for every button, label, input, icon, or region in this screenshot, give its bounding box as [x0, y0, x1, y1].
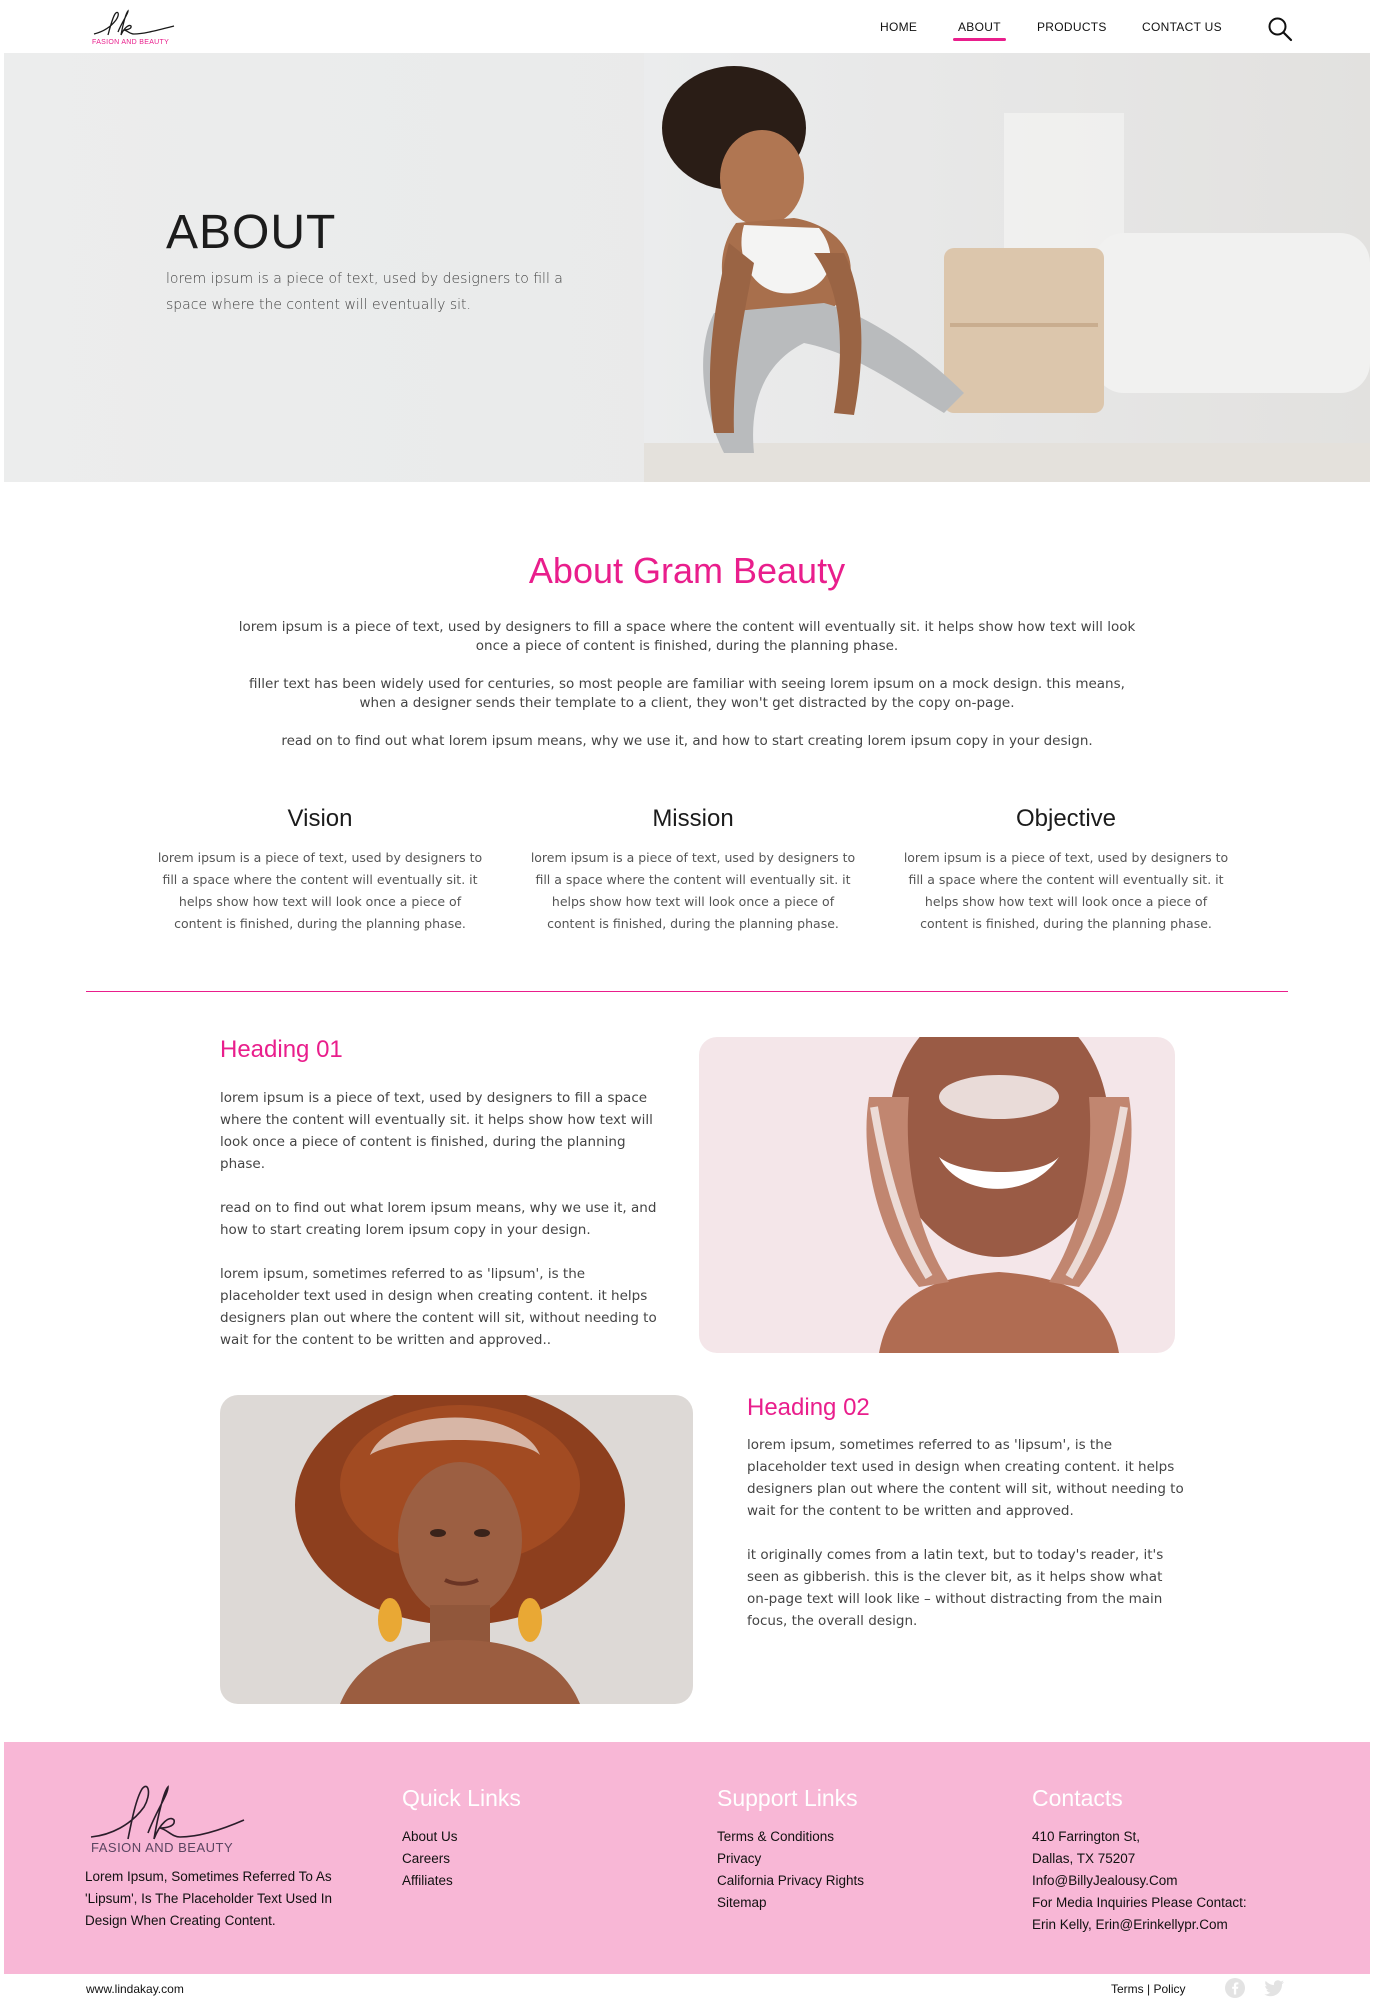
hero-title: ABOUT [166, 206, 337, 259]
contacts-title: Contacts [1032, 1785, 1123, 1811]
heading-02: Heading 02 [747, 1394, 870, 1421]
section2-paragraph-2: it originally comes from a latin text, b… [747, 1547, 1164, 1629]
site-header: FASION AND BEAUTY HOME ABOUT PRODUCTS CO… [4, 0, 1370, 53]
contact-media-person[interactable]: Erin Kelly, Erin@Erinkellypr.Com [1032, 1914, 1247, 1936]
section-divider [86, 991, 1288, 992]
about-paragraph-3: read on to find out what lorem ipsum mea… [281, 733, 1093, 749]
portrait-photo [220, 1395, 693, 1704]
contact-address-2: Dallas, TX 75207 [1032, 1851, 1136, 1866]
about-paragraph-1: lorem ipsum is a piece of text, used by … [238, 619, 1136, 654]
contact-address-1: 410 Farrington St, [1032, 1829, 1141, 1844]
vision-title: Vision [287, 805, 353, 832]
section2-body: lorem ipsum, sometimes referred to as 'l… [747, 1434, 1187, 1654]
heading-01: Heading 01 [220, 1036, 343, 1063]
vision-column: Vision lorem ipsum is a piece of text, u… [155, 805, 485, 935]
footer-link-california-privacy[interactable]: California Privacy Rights [717, 1870, 864, 1892]
section1-paragraph-2: read on to find out what lorem ipsum mea… [220, 1200, 657, 1238]
about-paragraph-2: filler text has been widely used for cen… [249, 676, 1125, 711]
section1-body: lorem ipsum is a piece of text, used by … [220, 1087, 660, 1373]
skincare-image [699, 1037, 1175, 1353]
quick-links: Quick Links About Us Careers Affiliates [402, 1785, 521, 1892]
footer-link-privacy[interactable]: Privacy [717, 1848, 864, 1870]
support-links-title: Support Links [717, 1785, 858, 1811]
skincare-photo [699, 1037, 1175, 1353]
footer-link-careers[interactable]: Careers [402, 1848, 521, 1870]
contact-media-label: For Media Inquiries Please Contact: [1032, 1895, 1247, 1910]
nav-about[interactable]: ABOUT [953, 20, 1006, 41]
objective-column: Objective lorem ipsum is a piece of text… [901, 805, 1231, 935]
contact-email[interactable]: Info@BillyJealousy.Com [1032, 1870, 1247, 1892]
site-url[interactable]: www.lindakay.com [86, 1982, 184, 1996]
search-icon[interactable] [1267, 16, 1293, 42]
about-title: About Gram Beauty [528, 550, 846, 591]
footer-logo-tagline: FASION AND BEAUTY [91, 1840, 234, 1855]
support-links: Support Links Terms & Conditions Privacy… [717, 1785, 864, 1914]
section1-paragraph-3: lorem ipsum, sometimes referred to as 'l… [220, 1266, 657, 1348]
portrait-image [220, 1395, 693, 1704]
footer-description: Lorem Ipsum, Sometimes Referred To As 'L… [85, 1869, 333, 1928]
logo-tagline: FASION AND BEAUTY [92, 39, 170, 46]
vision-text: lorem ipsum is a piece of text, used by … [157, 850, 483, 931]
nav-home[interactable]: HOME [880, 20, 917, 34]
logo-monogram [93, 9, 175, 36]
mission-title: Mission [652, 805, 734, 832]
terms-separator: | [1147, 1982, 1151, 1996]
hero-text: lorem ipsum is a piece of text, used by … [166, 271, 563, 313]
nav-contact-us[interactable]: CONTACT US [1142, 20, 1222, 34]
contacts: Contacts 410 Farrington St, Dallas, TX 7… [1032, 1785, 1247, 1936]
terms-link[interactable]: Terms [1111, 1982, 1144, 1996]
twitter-icon[interactable] [1263, 1977, 1285, 1999]
quick-links-title: Quick Links [402, 1785, 521, 1811]
hero-image [644, 53, 1370, 482]
terms-policy: Terms | Policy [1111, 1982, 1186, 1996]
section2-paragraph-1: lorem ipsum, sometimes referred to as 'l… [747, 1437, 1184, 1519]
footer-link-about-us[interactable]: About Us [402, 1826, 521, 1848]
objective-title: Objective [1015, 805, 1117, 832]
nav-products[interactable]: PRODUCTS [1037, 20, 1107, 34]
hero-banner: ABOUT lorem ipsum is a piece of text, us… [4, 53, 1370, 482]
site-logo[interactable]: FASION AND BEAUTY [88, 8, 178, 50]
section1-paragraph-1: lorem ipsum is a piece of text, used by … [220, 1090, 653, 1172]
objective-text: lorem ipsum is a piece of text, used by … [903, 850, 1229, 931]
footer-link-affiliates[interactable]: Affiliates [402, 1870, 521, 1892]
footer-link-terms[interactable]: Terms & Conditions [717, 1826, 864, 1848]
mission-text: lorem ipsum is a piece of text, used by … [530, 850, 856, 931]
policy-link[interactable]: Policy [1153, 1982, 1185, 1996]
facebook-icon[interactable] [1224, 1977, 1246, 1999]
footer-link-sitemap[interactable]: Sitemap [717, 1892, 864, 1914]
mission-column: Mission lorem ipsum is a piece of text, … [528, 805, 858, 935]
